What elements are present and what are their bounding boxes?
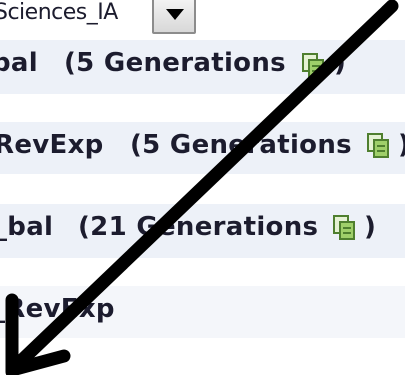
scope-label: Sciences_IA: [0, 0, 118, 25]
scope-dropdown-button[interactable]: [152, 0, 196, 34]
generations-close: ): [364, 212, 376, 242]
generations-count: (5 Generations: [64, 48, 286, 78]
chevron-down-icon: [166, 9, 184, 20]
generations-count: (21 Generations: [78, 212, 319, 242]
item-name[interactable]: _RevExp: [0, 294, 115, 324]
generations-icon[interactable]: [333, 215, 357, 241]
list-item[interactable]: RevExp (5 Generations ): [0, 122, 405, 174]
item-name[interactable]: RevExp: [0, 130, 104, 160]
scope-selector: Sciences_IA: [0, 0, 405, 40]
list-item[interactable]: bal (5 Generations ): [0, 40, 405, 94]
item-name[interactable]: _bal: [0, 212, 53, 242]
item-name[interactable]: bal: [0, 48, 38, 78]
generations-icon[interactable]: [367, 133, 391, 159]
list-item[interactable]: _RevExp: [0, 286, 405, 338]
generations-close: ): [334, 48, 346, 78]
generations-count: (5 Generations: [130, 130, 352, 160]
generations-icon[interactable]: [302, 53, 326, 79]
generations-close: ): [398, 130, 405, 160]
